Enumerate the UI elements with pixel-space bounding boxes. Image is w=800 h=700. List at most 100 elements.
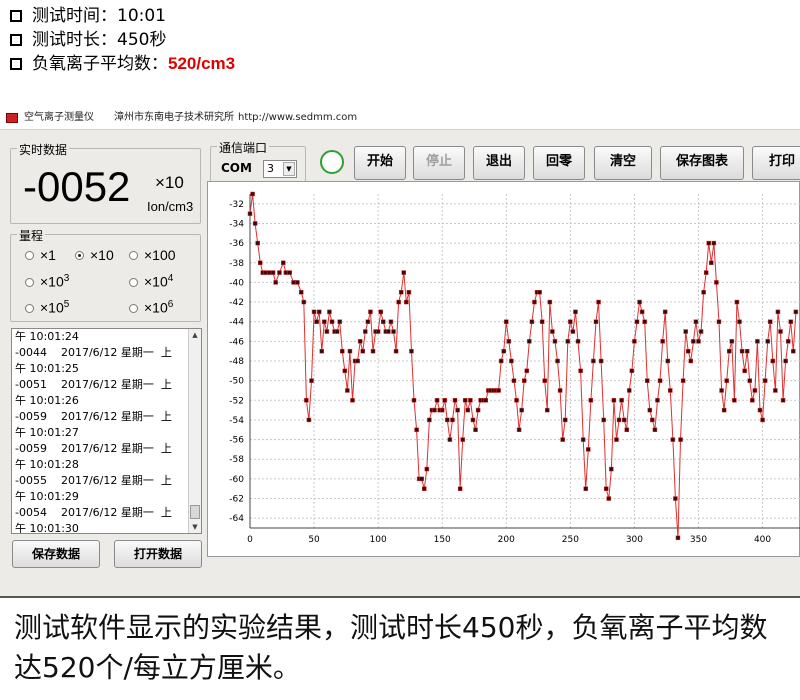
data-point bbox=[258, 260, 263, 266]
zero-button[interactable]: 回零 bbox=[533, 146, 585, 180]
data-point bbox=[709, 260, 714, 266]
radio-selected-icon bbox=[75, 251, 84, 260]
data-point bbox=[532, 299, 537, 305]
data-point bbox=[775, 309, 781, 315]
print-button[interactable]: 打印 bbox=[752, 146, 800, 180]
port-select[interactable]: 3 ▼ bbox=[263, 160, 297, 178]
log-line: -0051 2017/6/12 星期一 上 bbox=[15, 378, 172, 391]
caption-text: 测试软件显示的实验结果，测试时长450秒，负氧离子平均数达520个/每立方厘米。 bbox=[14, 611, 768, 684]
realtime-value: -0052 bbox=[23, 163, 131, 210]
data-point bbox=[422, 486, 427, 491]
x-tick-label: 250 bbox=[562, 535, 579, 545]
realtime-unit: Ion/cm3 bbox=[147, 199, 194, 214]
data-point bbox=[539, 319, 545, 324]
data-point bbox=[744, 348, 750, 354]
data-point bbox=[498, 358, 504, 364]
scroll-down-icon[interactable]: ▼ bbox=[190, 521, 200, 533]
data-point bbox=[255, 240, 260, 246]
test-time-text: 测试时间：10:01 bbox=[32, 6, 166, 26]
data-point bbox=[345, 388, 350, 393]
data-point bbox=[355, 358, 360, 364]
data-point bbox=[314, 319, 319, 324]
data-point bbox=[396, 299, 401, 305]
data-point bbox=[537, 289, 542, 295]
log-line: -0055 2017/6/12 星期一 上 bbox=[15, 474, 172, 487]
data-point bbox=[473, 427, 478, 433]
port-group: 通信端口 COM 3 ▼ bbox=[210, 139, 306, 184]
data-point bbox=[660, 339, 665, 344]
y-tick-label: -44 bbox=[229, 318, 244, 328]
x-tick-label: 400 bbox=[754, 535, 771, 545]
range-option-x10e6[interactable]: ×106 bbox=[129, 299, 173, 316]
chevron-down-icon[interactable]: ▼ bbox=[283, 162, 295, 176]
info-test-time: 测试时间：10:01 bbox=[10, 4, 166, 28]
data-point bbox=[568, 319, 573, 324]
data-point bbox=[601, 417, 606, 423]
data-point bbox=[716, 319, 722, 324]
exit-button[interactable]: 退出 bbox=[473, 146, 525, 180]
range-option-x100[interactable]: ×100 bbox=[129, 247, 176, 263]
start-button[interactable]: 开始 bbox=[354, 146, 406, 180]
scrollbar-thumb[interactable] bbox=[190, 505, 200, 519]
data-point bbox=[281, 260, 286, 266]
log-line: 午 10:01:25 bbox=[15, 362, 79, 375]
data-point bbox=[447, 437, 453, 442]
range-option-x10e5[interactable]: ×105 bbox=[25, 299, 69, 316]
data-point bbox=[295, 280, 300, 285]
range-option-x10[interactable]: ×10 bbox=[75, 247, 114, 263]
scroll-up-icon[interactable]: ▲ bbox=[190, 329, 200, 341]
clear-button[interactable]: 清空 bbox=[594, 146, 652, 180]
average-value: 520/cm3 bbox=[168, 54, 236, 73]
range-group-label: 量程 bbox=[17, 227, 46, 244]
data-point bbox=[409, 348, 414, 354]
data-point bbox=[378, 309, 383, 315]
data-point bbox=[665, 358, 670, 364]
data-point bbox=[463, 398, 468, 403]
data-point bbox=[342, 368, 348, 374]
data-point bbox=[552, 339, 558, 344]
data-point bbox=[381, 319, 386, 324]
data-point bbox=[375, 329, 381, 334]
data-point bbox=[514, 398, 519, 403]
data-log-list[interactable]: 午 10:01:24 -0044 2017/6/12 星期一 上午 10:01:2… bbox=[11, 328, 202, 534]
stop-button[interactable]: 停止 bbox=[413, 146, 465, 180]
range-option-x10e4[interactable]: ×104 bbox=[129, 273, 173, 290]
range-option-x10e3[interactable]: ×103 bbox=[25, 273, 69, 290]
range-option-exponent: 5 bbox=[63, 299, 70, 310]
data-point bbox=[301, 299, 307, 305]
data-point bbox=[629, 368, 635, 374]
window-title-org: 漳州市东南电子技术研究所 bbox=[114, 112, 234, 123]
range-option-x1[interactable]: ×1 bbox=[25, 247, 56, 263]
open-data-button[interactable]: 打开数据 bbox=[114, 540, 202, 568]
data-point bbox=[306, 417, 312, 423]
checkbox-icon bbox=[10, 10, 22, 22]
save-chart-button[interactable]: 保存图表 bbox=[660, 146, 744, 180]
data-point bbox=[398, 289, 404, 295]
data-point bbox=[611, 398, 617, 403]
y-tick-label: -36 bbox=[229, 239, 244, 249]
data-point bbox=[778, 329, 783, 334]
data-point bbox=[419, 476, 424, 482]
data-point bbox=[580, 437, 586, 442]
log-line: -0059 2017/6/12 星期一 上 bbox=[15, 410, 172, 423]
data-point bbox=[593, 319, 599, 324]
data-point bbox=[501, 348, 506, 354]
data-point bbox=[424, 466, 430, 472]
data-point bbox=[791, 348, 796, 354]
range-option-exponent: 3 bbox=[63, 273, 70, 284]
window-title-url: http://www.sedmm.com bbox=[238, 112, 358, 123]
radio-icon bbox=[129, 277, 138, 287]
data-point bbox=[250, 191, 255, 197]
data-point bbox=[311, 309, 317, 315]
data-point bbox=[527, 339, 532, 344]
data-point bbox=[434, 398, 440, 403]
log-scrollbar[interactable]: ▲ ▼ bbox=[188, 329, 201, 533]
data-point bbox=[747, 378, 752, 383]
data-point bbox=[770, 358, 776, 364]
data-point bbox=[573, 309, 578, 315]
realtime-group-label: 实时数据 bbox=[17, 141, 70, 158]
save-data-button[interactable]: 保存数据 bbox=[12, 540, 100, 568]
data-point bbox=[644, 378, 650, 383]
checkbox-icon bbox=[10, 58, 22, 70]
data-point bbox=[737, 319, 742, 324]
